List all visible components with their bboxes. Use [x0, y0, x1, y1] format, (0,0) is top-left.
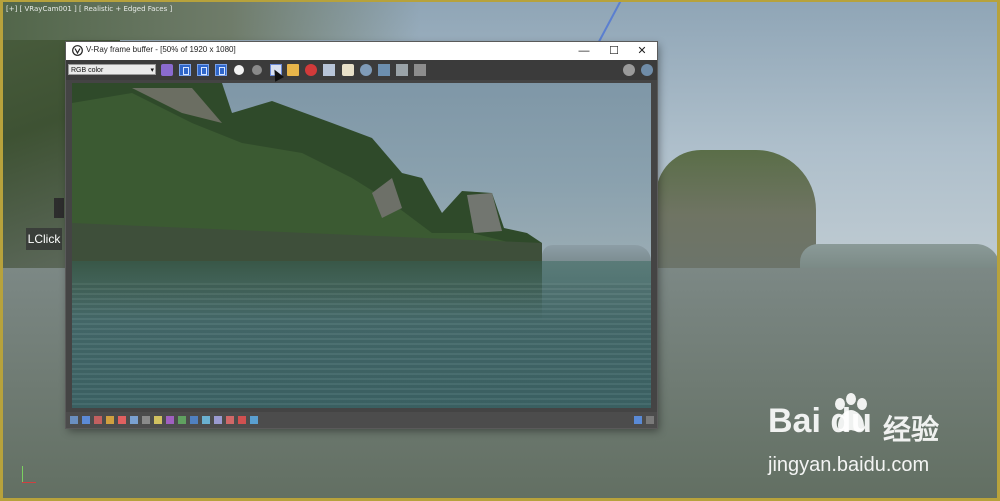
region-render-icon[interactable] [360, 64, 372, 76]
clear-image-icon[interactable] [305, 64, 317, 76]
render-cliffs [72, 83, 542, 261]
green-channel-button[interactable] [197, 64, 209, 76]
baidu-paw-icon [835, 393, 867, 432]
ab-compare-icon[interactable] [214, 416, 222, 424]
baidu-url: jingyan.baidu.com [768, 454, 930, 476]
close-button[interactable]: ✕ [627, 42, 657, 60]
maximize-button[interactable]: ☐ [599, 42, 629, 60]
red-channel-button[interactable] [179, 64, 191, 76]
settings-icon[interactable] [623, 64, 635, 76]
color-channels-icon[interactable] [161, 64, 173, 76]
window-titlebar[interactable]: V-Ray frame buffer - [50% of 1920 x 1080… [66, 42, 657, 60]
chevron-down-icon: ▾ [150, 67, 154, 74]
curves-icon[interactable] [118, 416, 126, 424]
resize-grip-icon[interactable] [646, 416, 654, 424]
minimize-button[interactable]: — [569, 42, 599, 60]
baidu-logo: Bai du 经验 [768, 392, 988, 452]
vray-app-icon [72, 45, 83, 56]
blue-channel-button[interactable] [215, 64, 227, 76]
histogram-icon[interactable] [226, 416, 234, 424]
vfb-toolbar: RGB color ▾ [66, 60, 657, 80]
color-correction-icon[interactable] [94, 416, 102, 424]
baidu-watermark: Bai du 经验 jingyan.baidu.com [768, 392, 988, 492]
render-image[interactable] [72, 83, 651, 408]
render-ripples [72, 283, 651, 408]
pixel-info-icon[interactable] [238, 416, 246, 424]
srgb-icon[interactable] [154, 416, 162, 424]
render-last-icon[interactable] [378, 64, 390, 76]
link-icon[interactable] [396, 64, 408, 76]
channel-dropdown-value: RGB color [71, 67, 104, 74]
ocio-icon[interactable] [190, 416, 198, 424]
stamp-icon[interactable] [250, 416, 258, 424]
compare-icon[interactable] [202, 416, 210, 424]
history-icon[interactable] [70, 416, 78, 424]
panel-toggle-icon[interactable] [634, 416, 642, 424]
channel-dropdown[interactable]: RGB color ▾ [68, 64, 156, 75]
render-distant-hills [542, 245, 651, 261]
lut-icon[interactable] [142, 416, 150, 424]
mono-icon[interactable] [252, 65, 262, 75]
vfb-bottom-toolbar [66, 412, 657, 428]
render-icon[interactable] [641, 64, 653, 76]
load-image-icon[interactable] [287, 64, 299, 76]
track-mouse-icon[interactable] [342, 64, 354, 76]
levels-icon[interactable] [106, 416, 114, 424]
vray-frame-buffer-window[interactable]: V-Ray frame buffer - [50% of 1920 x 1080… [66, 42, 657, 428]
copy-to-max-icon[interactable] [323, 64, 335, 76]
window-title: V-Ray frame buffer - [50% of 1920 x 1080… [86, 45, 236, 54]
stop-render-icon[interactable] [414, 64, 426, 76]
exposure-icon[interactable] [166, 416, 174, 424]
alpha-white-icon[interactable] [234, 65, 244, 75]
white-balance-icon[interactable] [178, 416, 186, 424]
hsl-icon[interactable] [130, 416, 138, 424]
baidu-jingyan-text: 经验 [883, 414, 940, 445]
lens-effects-icon[interactable] [82, 416, 90, 424]
